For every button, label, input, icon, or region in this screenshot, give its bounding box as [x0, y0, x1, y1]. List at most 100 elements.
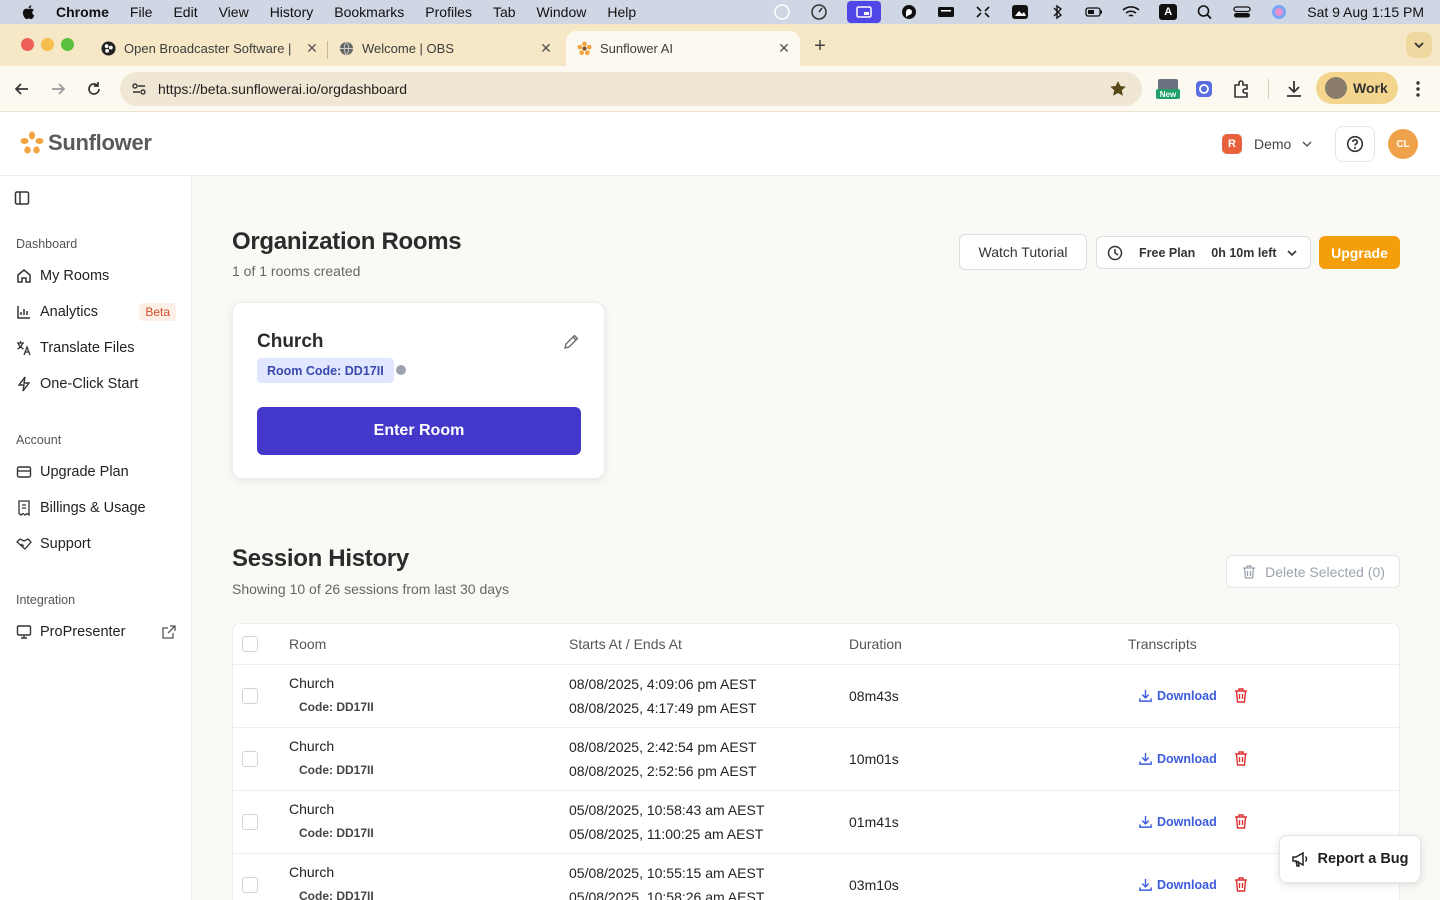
wifi-icon[interactable]	[1122, 4, 1140, 20]
menu-window[interactable]: Window	[537, 4, 587, 20]
row-checkbox[interactable]	[242, 751, 258, 767]
watch-tutorial-button[interactable]: Watch Tutorial	[959, 234, 1087, 270]
compress-arrows-icon[interactable]	[974, 4, 992, 20]
menu-view[interactable]: View	[219, 4, 249, 20]
plan-name: Free Plan	[1139, 245, 1196, 260]
url-text[interactable]: https://beta.sunflowerai.io/orgdashboard	[158, 81, 1108, 97]
menu-history[interactable]: History	[270, 4, 314, 20]
sidebar-item-support[interactable]: Support	[16, 531, 176, 557]
spotlight-search-icon[interactable]	[1196, 4, 1214, 20]
sidebar-item-one-click-start[interactable]: One-Click Start	[16, 371, 176, 397]
apple-logo-icon[interactable]	[20, 3, 38, 21]
download-transcript-link[interactable]: Download	[1138, 877, 1217, 892]
delete-session-icon[interactable]	[1233, 813, 1249, 830]
row-checkbox[interactable]	[242, 688, 258, 704]
battery-icon[interactable]	[1085, 4, 1103, 20]
close-icon[interactable]: ✕	[538, 40, 554, 57]
enter-room-button[interactable]: Enter Room	[257, 407, 581, 455]
tab-title: Sunflower AI	[600, 41, 673, 56]
plan-dropdown[interactable]: Free Plan 0h 10m left	[1096, 236, 1311, 269]
window-minimize-button[interactable]	[41, 38, 54, 51]
forward-button[interactable]	[47, 78, 69, 100]
sidebar-item-my-rooms[interactable]: My Rooms	[16, 263, 176, 289]
delete-selected-button[interactable]: Delete Selected (0)	[1226, 555, 1400, 588]
extension-new-icon[interactable]: New	[1155, 77, 1181, 101]
window-zoom-button[interactable]	[61, 38, 74, 51]
session-table: Room Starts At / Ends At Duration Transc…	[232, 623, 1400, 900]
column-starts-ends[interactable]: Starts At / Ends At	[569, 636, 682, 652]
sidebar-item-analytics[interactable]: Analytics Beta	[16, 299, 176, 325]
session-room-code: Code: DD17II	[299, 889, 374, 900]
sidebar-item-propresenter[interactable]: ProPresenter	[16, 619, 176, 645]
downloads-icon[interactable]	[1282, 77, 1306, 101]
download-transcript-link[interactable]: Download	[1138, 751, 1217, 766]
tab-search-button[interactable]	[1406, 32, 1432, 58]
sidebar-toggle-icon[interactable]	[14, 190, 30, 206]
sidebar-item-upgrade-plan[interactable]: Upgrade Plan	[16, 459, 176, 485]
menu-edit[interactable]: Edit	[173, 4, 197, 20]
bookmark-star-icon[interactable]	[1108, 79, 1128, 99]
address-bar[interactable]: https://beta.sunflowerai.io/orgdashboard	[120, 72, 1142, 106]
menu-help[interactable]: Help	[607, 4, 636, 20]
tab-welcome-obs[interactable]: Welcome | OBS ✕	[338, 31, 554, 66]
bluetooth-icon[interactable]	[1048, 4, 1066, 20]
browser-menu-button[interactable]	[1410, 78, 1426, 100]
extension-puzzle-blue-icon[interactable]	[1192, 77, 1216, 101]
chevron-down-icon	[1287, 249, 1297, 256]
column-room[interactable]: Room	[289, 636, 326, 652]
row-checkbox[interactable]	[242, 877, 258, 893]
menu-file[interactable]: File	[130, 4, 153, 20]
menu-bar-clock[interactable]: Sat 9 Aug 1:15 PM	[1307, 4, 1424, 20]
menu-bookmarks[interactable]: Bookmarks	[334, 4, 404, 20]
kebab-menu-icon	[1416, 81, 1420, 97]
screen-mirroring-icon[interactable]	[847, 1, 882, 23]
trash-icon	[1243, 564, 1256, 579]
input-source-icon[interactable]: A	[1159, 4, 1178, 20]
extensions-puzzle-icon[interactable]	[1229, 77, 1253, 101]
sidebar-item-translate-files[interactable]: Translate Files	[16, 335, 176, 361]
column-transcripts[interactable]: Transcripts	[1128, 636, 1197, 652]
session-duration: 08m43s	[849, 688, 899, 704]
chat-bubble-icon[interactable]	[900, 4, 918, 20]
session-room-code: Code: DD17II	[299, 826, 374, 840]
help-button[interactable]	[1335, 126, 1375, 162]
report-bug-button[interactable]: Report a Bug	[1279, 835, 1421, 883]
sidebar-item-billings-usage[interactable]: Billings & Usage	[16, 495, 176, 521]
upgrade-button[interactable]: Upgrade	[1319, 236, 1400, 269]
delete-session-icon[interactable]	[1233, 750, 1249, 767]
new-tab-button[interactable]: +	[810, 35, 830, 57]
close-icon[interactable]: ✕	[776, 40, 792, 57]
download-transcript-link[interactable]: Download	[1138, 688, 1217, 703]
profile-button[interactable]: Work	[1316, 72, 1398, 104]
circle-status-icon[interactable]	[773, 4, 791, 20]
reload-button[interactable]	[83, 78, 105, 100]
back-button[interactable]	[11, 78, 33, 100]
download-transcript-link[interactable]: Download	[1138, 814, 1217, 829]
close-icon[interactable]: ✕	[304, 40, 320, 57]
tab-sunflower-ai[interactable]: Sunflower AI ✕	[566, 31, 800, 66]
keyboard-icon[interactable]	[937, 4, 955, 20]
org-name: Demo	[1254, 136, 1292, 152]
gauge-icon[interactable]	[810, 4, 828, 20]
control-center-icon[interactable]	[1233, 4, 1251, 20]
download-icon	[1139, 689, 1152, 702]
delete-session-icon[interactable]	[1233, 876, 1249, 893]
column-duration[interactable]: Duration	[849, 636, 902, 652]
session-end: 05/08/2025, 11:00:25 am AEST	[569, 826, 764, 842]
menu-app-chrome[interactable]: Chrome	[56, 4, 109, 20]
external-link-icon	[162, 625, 176, 639]
tab-obs-download[interactable]: Open Broadcaster Software | ✕	[100, 31, 320, 66]
window-close-button[interactable]	[21, 38, 34, 51]
delete-session-icon[interactable]	[1233, 687, 1249, 704]
site-settings-icon[interactable]	[130, 80, 148, 98]
siri-icon[interactable]	[1270, 4, 1288, 20]
user-avatar[interactable]: CL	[1388, 129, 1418, 159]
org-switcher[interactable]: R Demo	[1222, 134, 1313, 154]
pencil-edit-icon[interactable]	[562, 333, 580, 351]
photo-app-icon[interactable]	[1011, 4, 1029, 20]
brand-logo-link[interactable]: Sunflower	[20, 130, 152, 156]
menu-profiles[interactable]: Profiles	[425, 4, 472, 20]
menu-tab[interactable]: Tab	[493, 4, 516, 20]
select-all-checkbox[interactable]	[242, 636, 258, 652]
row-checkbox[interactable]	[242, 814, 258, 830]
